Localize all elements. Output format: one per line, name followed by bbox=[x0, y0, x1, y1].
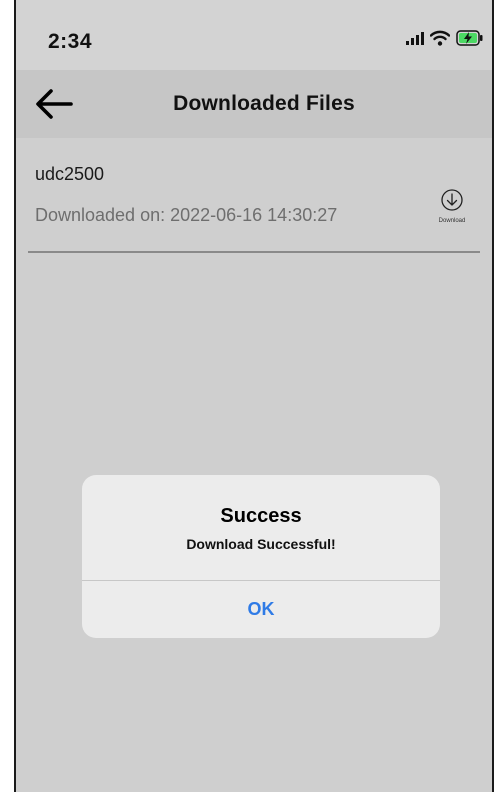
download-label: Download bbox=[438, 218, 466, 224]
wifi-icon bbox=[429, 30, 451, 51]
page-title: Downloaded Files bbox=[173, 92, 355, 115]
status-time: 2:34 bbox=[48, 30, 93, 53]
nav-bar: Downloaded Files bbox=[16, 70, 492, 138]
app-screen: 2:34 Downloaded Files udc2500 Downloaded… bbox=[14, 0, 494, 792]
dialog-title: Success bbox=[220, 505, 302, 527]
battery-charging-icon bbox=[456, 29, 484, 51]
dialog-message: Download Successful! bbox=[186, 536, 336, 552]
status-bar: 2:34 bbox=[16, 0, 492, 70]
file-download-date: Downloaded on: 2022-06-16 14:30:27 bbox=[35, 205, 338, 225]
status-icons bbox=[406, 29, 484, 51]
download-circle-icon bbox=[440, 189, 464, 216]
ok-button[interactable]: OK bbox=[82, 581, 440, 638]
download-button[interactable]: Download bbox=[432, 188, 472, 232]
list-divider bbox=[28, 251, 480, 253]
alert-dialog: Success Download Successful! OK bbox=[82, 475, 440, 638]
list-item: udc2500 Downloaded on: 2022-06-16 14:30:… bbox=[16, 138, 492, 254]
file-name: udc2500 bbox=[35, 164, 105, 184]
signal-icon bbox=[406, 31, 424, 50]
